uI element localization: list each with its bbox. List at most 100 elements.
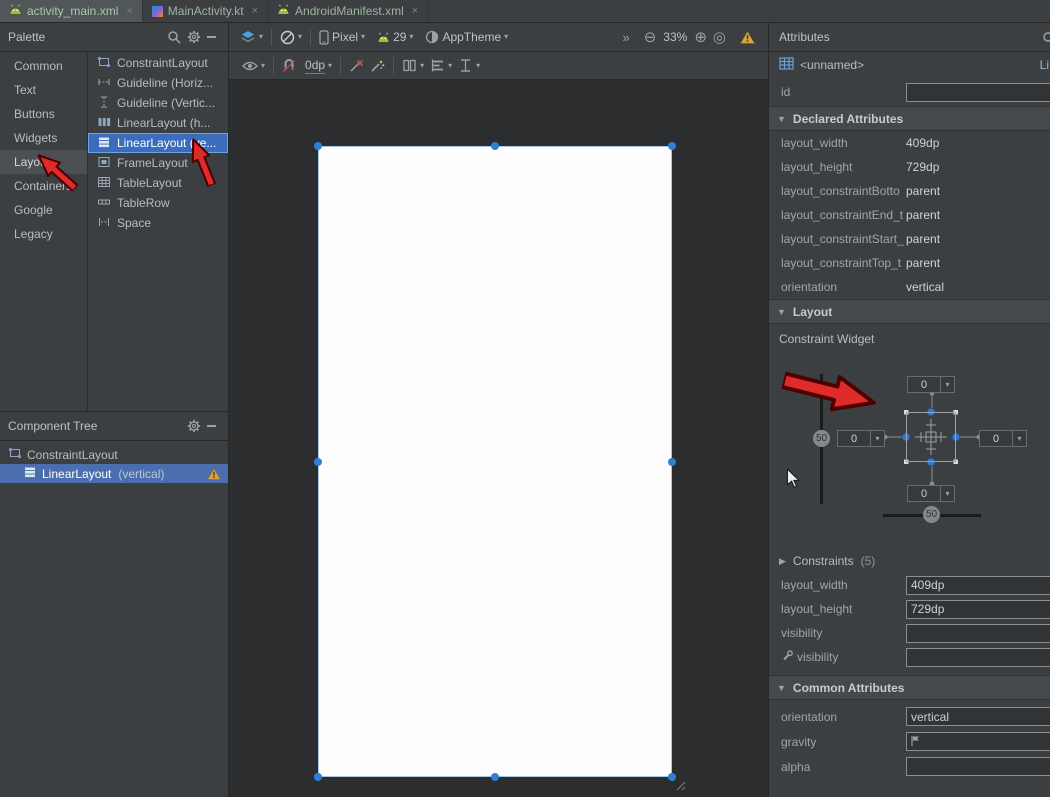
attr-row[interactable]: layout_constraintTop_tparent xyxy=(769,251,1050,275)
attr-row[interactable]: layout_height729dp xyxy=(769,155,1050,179)
device-name: Pixel xyxy=(332,30,358,44)
selection-handle-top-center[interactable] xyxy=(491,142,499,150)
section-common-attributes[interactable]: ▼ Common Attributes xyxy=(769,675,1050,700)
device-canvas-linearlayout[interactable] xyxy=(318,146,672,777)
search-icon[interactable] xyxy=(1042,31,1050,48)
clear-constraints-button[interactable] xyxy=(346,56,367,75)
chevron-down-icon: ▾ xyxy=(1017,435,1021,443)
default-margin-button[interactable]: 0dp ▾ xyxy=(302,56,335,76)
zoom-out-button[interactable]: ⊖ xyxy=(641,30,660,45)
selected-component-row[interactable]: <unnamed> Li xyxy=(769,52,1050,78)
margin-left-combo[interactable]: 0 ▾ xyxy=(837,430,885,447)
guidelines-button[interactable]: ▾ xyxy=(455,56,483,75)
tab-close-icon[interactable]: × xyxy=(126,6,132,17)
attr-row: visibility xyxy=(769,621,1050,645)
selection-handle-mid-left[interactable] xyxy=(314,458,322,466)
palette-item-guideline-horizontal[interactable]: Guideline (Horiz... xyxy=(88,73,228,93)
api-level: 29 xyxy=(393,30,406,44)
zoom-level[interactable]: 33% xyxy=(663,30,687,44)
palette-item-tablelayout[interactable]: TableLayout xyxy=(88,173,228,193)
design-surface[interactable] xyxy=(229,80,768,797)
search-icon[interactable] xyxy=(164,28,184,46)
warning-icon[interactable] xyxy=(207,468,221,480)
flag-icon[interactable] xyxy=(910,735,921,750)
layout-width-input[interactable] xyxy=(906,576,1050,595)
vertical-bias-value[interactable]: 50 xyxy=(813,430,830,447)
attr-row[interactable]: layout_width409dp xyxy=(769,131,1050,155)
left-panel: Palette Common Text Buttons Widgets Layo… xyxy=(0,23,229,797)
palette-category-google[interactable]: Google xyxy=(0,198,87,222)
palette-item-list: ConstraintLayout Guideline (Horiz... Gui… xyxy=(88,52,228,411)
tree-item-suffix: (vertical) xyxy=(118,467,164,481)
constraint-widget-box[interactable] xyxy=(906,412,956,462)
tab-androidmanifest-xml[interactable]: AndroidManifest.xml × xyxy=(268,0,428,22)
attr-row[interactable]: layout_constraintBottoparent xyxy=(769,179,1050,203)
attr-row[interactable]: layout_constraintEnd_tparent xyxy=(769,203,1050,227)
theme-selector[interactable]: AppTheme ▾ xyxy=(422,28,511,46)
selection-handle-top-right[interactable] xyxy=(668,142,676,150)
device-selector[interactable]: Pixel ▾ xyxy=(316,28,368,47)
attr-row[interactable]: orientationvertical xyxy=(769,275,1050,299)
visibility-input[interactable] xyxy=(906,624,1050,643)
autoconnect-toggle-button[interactable] xyxy=(279,57,299,75)
margin-top-combo[interactable]: 0 ▾ xyxy=(907,376,955,393)
selection-handle-top-left[interactable] xyxy=(314,142,322,150)
id-input[interactable] xyxy=(906,83,1050,102)
tree-item-linearlayout-vertical[interactable]: LinearLayout (vertical) xyxy=(0,464,228,483)
palette-item-space[interactable]: Space xyxy=(88,213,228,233)
tools-visibility-input[interactable] xyxy=(906,648,1050,667)
tab-mainactivity-kt[interactable]: MainActivity.kt × xyxy=(143,0,268,22)
infer-constraints-button[interactable] xyxy=(367,56,388,75)
palette-category-buttons[interactable]: Buttons xyxy=(0,102,87,126)
palette-item-linearlayout-horizontal[interactable]: LinearLayout (h... xyxy=(88,113,228,133)
warnings-errors-button[interactable] xyxy=(737,29,758,46)
attributes-header: Attributes xyxy=(769,23,1050,52)
tree-item-constraintlayout[interactable]: ConstraintLayout xyxy=(0,445,228,464)
section-declared-attributes[interactable]: ▼ Declared Attributes xyxy=(769,106,1050,131)
pack-button[interactable]: ▾ xyxy=(399,56,427,75)
palette-category-containers[interactable]: Containers xyxy=(0,174,87,198)
section-layout[interactable]: ▼ Layout xyxy=(769,299,1050,324)
android-file-icon xyxy=(9,4,22,18)
layout-height-input[interactable] xyxy=(906,600,1050,619)
zoom-to-fit-button[interactable]: ◎ xyxy=(710,30,729,45)
palette-item-guideline-vertical[interactable]: Guideline (Vertic... xyxy=(88,93,228,113)
gear-icon[interactable] xyxy=(184,417,204,435)
api-version-selector[interactable]: 29 ▾ xyxy=(374,28,416,46)
palette-category-text[interactable]: Text xyxy=(0,78,87,102)
minimize-icon[interactable] xyxy=(204,419,220,433)
selection-handle-mid-right[interactable] xyxy=(668,458,676,466)
section-constraints[interactable]: ▶ Constraints (5) xyxy=(769,549,1050,573)
alpha-input[interactable] xyxy=(906,757,1050,776)
design-surface-mode-button[interactable]: ▾ xyxy=(237,28,266,46)
gear-icon[interactable] xyxy=(184,28,204,46)
selection-handle-bottom-right[interactable] xyxy=(668,773,676,781)
palette-category-widgets[interactable]: Widgets xyxy=(0,126,87,150)
palette-item-linearlayout-vertical[interactable]: LinearLayout (ve... xyxy=(88,133,228,153)
tab-activity-main-xml[interactable]: activity_main.xml × xyxy=(0,0,143,22)
palette-item-tablerow[interactable]: TableRow xyxy=(88,193,228,213)
palette-category-common[interactable]: Common xyxy=(0,54,87,78)
tab-close-icon[interactable]: × xyxy=(252,6,258,17)
chevron-down-icon: ▾ xyxy=(945,490,949,498)
minimize-icon[interactable] xyxy=(204,30,220,44)
view-options-button[interactable]: ▾ xyxy=(239,59,268,73)
margin-bottom-combo[interactable]: 0 ▾ xyxy=(907,485,955,502)
palette-category-layouts[interactable]: Layouts xyxy=(0,150,87,174)
selection-handle-bottom-center[interactable] xyxy=(491,773,499,781)
gravity-input[interactable] xyxy=(906,732,1050,751)
margin-right-combo[interactable]: 0 ▾ xyxy=(979,430,1027,447)
selection-handle-bottom-left[interactable] xyxy=(314,773,322,781)
palette-item-framelayout[interactable]: FrameLayout xyxy=(88,153,228,173)
zoom-in-button[interactable]: ⊕ xyxy=(691,30,710,45)
attr-row[interactable]: layout_constraintStart_parent xyxy=(769,227,1050,251)
tab-close-icon[interactable]: × xyxy=(412,6,418,17)
orientation-input[interactable] xyxy=(906,707,1050,726)
orientation-night-mode-button[interactable]: ▾ xyxy=(277,28,305,47)
palette-item-constraintlayout[interactable]: ConstraintLayout xyxy=(88,53,228,73)
horizontal-bias-value[interactable]: 50 xyxy=(923,506,940,523)
palette-category-legacy[interactable]: Legacy xyxy=(0,222,87,246)
align-button[interactable]: ▾ xyxy=(427,56,455,75)
constraints-count: (5) xyxy=(861,554,876,568)
toolbar-overflow-chevrons[interactable]: » xyxy=(619,31,632,44)
